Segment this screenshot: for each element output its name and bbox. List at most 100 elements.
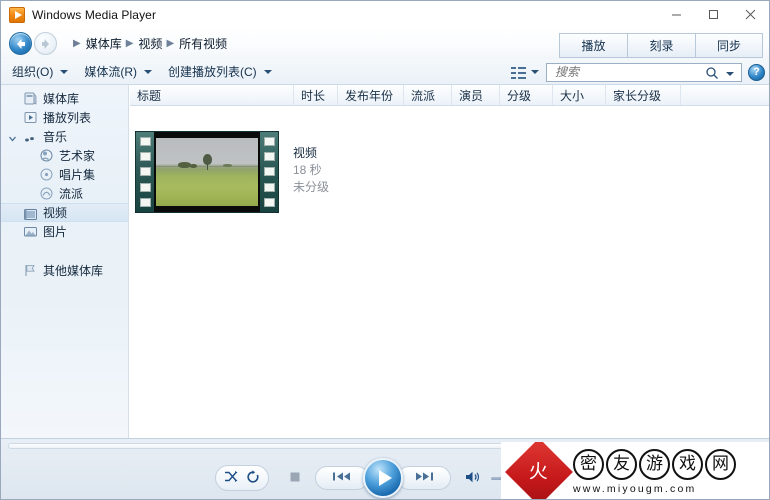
breadcrumb-separator-1: ▶ xyxy=(125,38,134,49)
shuffle-icon xyxy=(224,470,239,486)
breadcrumb-item-all-videos[interactable]: 所有视频 xyxy=(179,35,227,52)
breadcrumb-item-video[interactable]: 视频 xyxy=(138,35,162,52)
chevron-down-icon xyxy=(60,69,69,74)
artist-icon xyxy=(39,148,54,163)
watermark-char-4: 网 xyxy=(705,448,736,480)
close-button[interactable] xyxy=(732,1,769,28)
chevron-down-icon xyxy=(531,70,539,74)
stream-label: 媒体流(R) xyxy=(84,65,137,79)
play-button[interactable] xyxy=(363,458,403,498)
film-perforations-right xyxy=(260,132,278,212)
watermark-char-3: 戏 xyxy=(672,448,703,480)
media-player-window: Windows Media Player ▶ 媒体库 ▶ 视频 ▶ 所有视频 播… xyxy=(0,0,770,500)
video-list-item[interactable]: 视频 18 秒 未分级 xyxy=(135,131,329,213)
thumbnail-image xyxy=(156,138,258,206)
column-headers: 标题 时长 发布年份 流派 演员 分级 大小 家长分级 xyxy=(130,85,769,106)
view-options-icon xyxy=(511,66,526,79)
sidebar-label: 艺术家 xyxy=(59,149,96,163)
chevron-down-icon[interactable] xyxy=(8,132,17,142)
stop-icon xyxy=(289,471,301,486)
sidebar-item-playlists[interactable]: 播放列表 xyxy=(1,108,128,127)
help-button[interactable]: ? xyxy=(748,63,765,81)
shuffle-button[interactable] xyxy=(220,468,242,488)
toolbar: 组织(O) 媒体流(R) 创建播放列表(C) 搜索 ? xyxy=(1,59,769,85)
video-duration: 18 秒 xyxy=(293,163,322,177)
sidebar-item-pictures[interactable]: 图片 xyxy=(1,222,128,241)
media-player-icon xyxy=(9,6,25,23)
column-header-release-year[interactable]: 发布年份 xyxy=(338,85,404,105)
breadcrumb-separator-0: ▶ xyxy=(73,38,81,49)
repeat-button[interactable] xyxy=(242,468,264,488)
sidebar-label: 播放列表 xyxy=(43,111,92,125)
tab-play[interactable]: 播放 xyxy=(559,33,627,58)
maximize-button[interactable] xyxy=(695,1,732,28)
sidebar-label: 媒体库 xyxy=(43,92,80,106)
toolbar-right-group: ? xyxy=(508,61,765,83)
title-bar: Windows Media Player xyxy=(1,1,769,28)
search-box[interactable] xyxy=(546,62,742,83)
next-icon xyxy=(413,471,435,485)
column-header-genre[interactable]: 流派 xyxy=(404,85,452,105)
film-perforations-left xyxy=(136,132,154,212)
search-magnifier-icon[interactable] xyxy=(705,66,719,83)
stream-menu-button[interactable]: 媒体流(R) xyxy=(79,62,157,82)
video-icon xyxy=(23,207,38,222)
sidebar-item-library[interactable]: 媒体库 xyxy=(1,89,128,108)
album-icon xyxy=(39,167,54,182)
create-playlist-button[interactable]: 创建播放列表(C) xyxy=(163,62,277,82)
tab-burn[interactable]: 刻录 xyxy=(627,33,695,58)
column-header-title[interactable]: 标题 xyxy=(130,85,294,105)
sidebar-item-albums[interactable]: 唱片集 xyxy=(1,165,128,184)
picture-icon xyxy=(23,224,38,239)
sidebar-item-other-libraries[interactable]: 其他媒体库 xyxy=(1,261,128,280)
genre-icon xyxy=(39,186,54,201)
watermark-char-1: 友 xyxy=(606,448,637,480)
breadcrumb-item-library[interactable]: 媒体库 xyxy=(86,35,122,52)
video-thumbnail[interactable] xyxy=(135,131,279,213)
minimize-button[interactable] xyxy=(658,1,695,28)
column-header-rating[interactable]: 分级 xyxy=(500,85,553,105)
sidebar-item-videos[interactable]: 视频 xyxy=(1,203,128,222)
column-header-size[interactable]: 大小 xyxy=(553,85,606,105)
column-header-duration[interactable]: 时长 xyxy=(294,85,338,105)
video-rating: 未分级 xyxy=(293,180,330,194)
previous-button[interactable] xyxy=(315,466,369,490)
navigation-bar: ▶ 媒体库 ▶ 视频 ▶ 所有视频 播放 刻录 同步 xyxy=(1,28,769,59)
sidebar-label: 图片 xyxy=(43,225,68,239)
breadcrumb-separator-2: ▶ xyxy=(166,38,175,49)
next-button[interactable] xyxy=(397,466,451,490)
view-options-button[interactable] xyxy=(508,62,542,82)
sidebar-item-genres[interactable]: 流派 xyxy=(1,184,128,203)
watermark-char-0: 密 xyxy=(573,448,604,480)
watermark-url: www.miyougm.com xyxy=(573,482,697,495)
chevron-down-icon xyxy=(144,69,152,74)
content-area: 视频 18 秒 未分级 xyxy=(130,106,769,438)
search-dropdown-icon[interactable] xyxy=(726,71,734,76)
organize-menu-button[interactable]: 组织(O) xyxy=(7,62,73,82)
window-title: Windows Media Player xyxy=(32,7,157,22)
volume-icon[interactable] xyxy=(465,470,481,487)
sidebar: 媒体库 播放列表 音乐 艺术家 唱片集 流派 视频 图片 其他媒体库 xyxy=(1,85,129,438)
stop-button[interactable] xyxy=(289,468,301,488)
top-tabs: 播放 刻录 同步 xyxy=(559,33,763,58)
search-input[interactable] xyxy=(553,63,712,81)
forward-button[interactable] xyxy=(34,32,57,55)
back-button[interactable] xyxy=(9,32,32,55)
sidebar-item-music[interactable]: 音乐 xyxy=(1,127,128,146)
watermark-characters: 密 友 游 戏 网 xyxy=(573,448,736,480)
miyougm-diamond-logo: 火 xyxy=(505,442,573,499)
column-header-parental[interactable]: 家长分级 xyxy=(606,85,681,105)
sidebar-item-artists[interactable]: 艺术家 xyxy=(1,146,128,165)
other-libraries-icon xyxy=(23,263,38,278)
sidebar-label: 唱片集 xyxy=(59,168,96,182)
chevron-down-icon xyxy=(263,69,272,74)
watermark-text: 密 友 游 戏 网 www.miyougm.com xyxy=(573,448,736,495)
tab-sync[interactable]: 同步 xyxy=(695,33,763,58)
organize-label: 组织(O) xyxy=(12,65,54,79)
music-note-icon xyxy=(23,129,38,144)
film-frame xyxy=(154,132,260,212)
column-header-actors[interactable]: 演员 xyxy=(452,85,500,105)
repeat-icon xyxy=(246,469,260,487)
watermark-char-2: 游 xyxy=(639,448,670,480)
playlist-icon xyxy=(23,110,38,125)
